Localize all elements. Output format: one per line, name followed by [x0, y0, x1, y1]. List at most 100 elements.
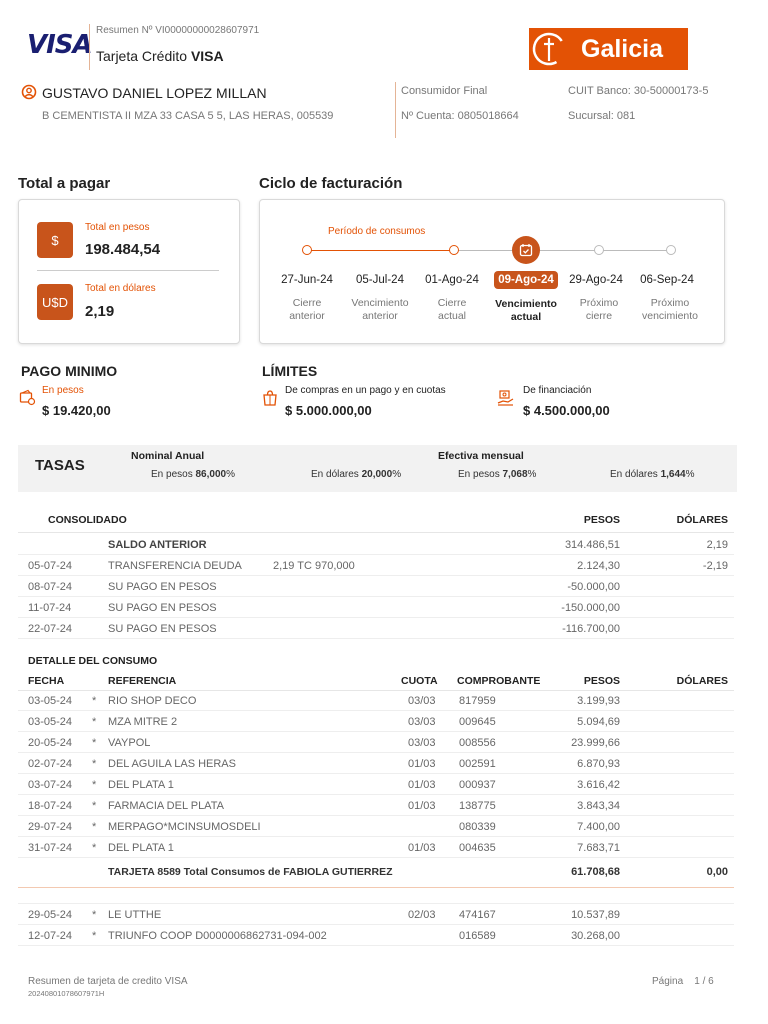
cell-quota: 01/03 [408, 842, 436, 854]
cell-quota: 01/03 [408, 779, 436, 791]
cell-voucher: 080339 [459, 821, 496, 833]
card-type: Tarjeta Crédito VISA [96, 48, 224, 64]
cell-ref: SU PAGO EN PESOS [108, 602, 217, 614]
cell-date: 18-07-24 [28, 800, 73, 812]
calendar-check-icon [519, 244, 533, 257]
effective-pesos: En pesos 7,068% [458, 469, 537, 480]
timeline-line [454, 250, 671, 251]
cell-pesos: -50.000,00 [567, 581, 620, 593]
timeline-node [449, 245, 459, 255]
cell-date: 31-07-24 [28, 842, 73, 854]
timeline-node-current [512, 236, 540, 264]
cell-ref: VAYPOL [108, 737, 151, 749]
page-value: 1 / 6 [694, 976, 714, 987]
cell-quota: 03/03 [408, 737, 436, 749]
cell-quota: 01/03 [408, 758, 436, 770]
cell-voucher: 138775 [459, 800, 496, 812]
card-type-prefix: Tarjeta Crédito [96, 48, 188, 64]
cell-voucher: 474167 [459, 909, 496, 921]
cycle-card: Período de consumos 27-Jun-24 05-Jul-24 … [259, 199, 725, 344]
col-header-usd: DÓLARES [676, 514, 728, 526]
table-row: 12-07-24 * TRIUNFO COOP D0000006862731-0… [18, 925, 734, 946]
cell-mark: * [92, 758, 97, 770]
cycle-date: 29-Ago-24 [569, 274, 623, 286]
holder-name: GUSTAVO DANIEL LOPEZ MILLAN [42, 85, 267, 101]
cell-voucher: 817959 [459, 695, 496, 707]
cell-ref: DEL AGUILA LAS HERAS [108, 758, 236, 770]
cell-pesos: 3.843,34 [577, 800, 620, 812]
table-row: 29-07-24 * MERPAGO*MCINSUMOSDELI 080339 … [18, 816, 734, 837]
cell-date: 03-05-24 [28, 695, 73, 707]
col-header-ref: REFERENCIA [108, 675, 177, 687]
cell-usd: 2,19 [706, 539, 728, 551]
cell-ref: SU PAGO EN PESOS [108, 623, 217, 635]
cell-date: 29-07-24 [28, 821, 73, 833]
cell-mark: * [92, 800, 97, 812]
nominal-title: Nominal Anual [131, 450, 205, 462]
cycle-date: 06-Sep-24 [640, 274, 694, 286]
cell-quota: 02/03 [408, 909, 436, 921]
col-header-detail-pesos: PESOS [583, 675, 620, 687]
cell-date: 11-07-24 [28, 602, 72, 614]
total-usd-label: Total en dólares [85, 283, 156, 294]
cell-ref: MZA MITRE 2 [108, 716, 178, 728]
cycle-title: Ciclo de facturación [259, 175, 403, 192]
cell-date: 03-05-24 [28, 716, 73, 728]
cell-pesos: 7.400,00 [577, 821, 620, 833]
page-indicator: Página 1 / 6 [652, 976, 714, 987]
col-header-detail-usd: DÓLARES [676, 675, 728, 687]
total-usd-value: 2,19 [85, 303, 115, 320]
info-divider [395, 82, 396, 138]
detail-title: DETALLE DEL CONSUMO [28, 655, 158, 667]
cell-voucher: 000937 [459, 779, 496, 791]
consumer-type: Consumidor Final [401, 85, 488, 97]
cycle-date: 01-Ago-24 [425, 274, 479, 286]
subtotal-usd: 0,00 [706, 866, 728, 878]
cell-pesos: -150.000,00 [561, 602, 620, 614]
table-row: 20-05-24 * VAYPOL 03/03 008556 23.999,66 [18, 732, 734, 753]
cell-quota: 01/03 [408, 800, 436, 812]
minimum-label: En pesos [42, 385, 84, 396]
cell-ref: RIO SHOP DECO [108, 695, 197, 707]
cell-date: 22-07-24 [28, 623, 73, 635]
limit-financing-label: De financiación [523, 385, 592, 396]
cell-mark: * [92, 716, 97, 728]
cell-date: 20-05-24 [28, 737, 73, 749]
cell-quota: 03/03 [408, 695, 436, 707]
page-label: Página [652, 976, 684, 987]
cell-usd: -2,19 [702, 560, 728, 572]
cell-voucher: 008556 [459, 737, 496, 749]
total-title: Total a pagar [18, 175, 111, 192]
timeline-node [302, 245, 312, 255]
cell-mark: * [92, 779, 97, 791]
timeline-node [594, 245, 604, 255]
timeline-node [666, 245, 676, 255]
cell-ref: DEL PLATA 1 [108, 779, 174, 791]
branch: Sucursal: 081 [568, 110, 636, 122]
cell-pesos: 2.124,30 [577, 560, 620, 572]
consolidated-title: CONSOLIDADO [48, 514, 127, 526]
nominal-pesos: En pesos 86,000% [151, 469, 235, 480]
cycle-label: Próximo vencimiento [641, 297, 699, 322]
cell-voucher: 002591 [459, 758, 496, 770]
footer-code: 20240801078607971H [28, 989, 105, 998]
cell-mark: * [92, 821, 97, 833]
subtotal-row: TARJETA 8589 Total Consumos de FABIOLA G… [18, 860, 734, 888]
statement-number: Resumen Nº VI00000000028607971 [96, 25, 260, 36]
table-row: 22-07-24 SU PAGO EN PESOS -116.700,00 [18, 618, 734, 639]
cell-pesos: 314.486,51 [564, 539, 620, 551]
period-line [307, 250, 454, 251]
shopping-bag-icon [263, 390, 277, 406]
cell-ref: SALDO ANTERIOR [108, 539, 207, 551]
pesos-icon: $ [37, 222, 73, 258]
table-row: 03-07-24 * DEL PLATA 1 01/03 000937 3.61… [18, 774, 734, 795]
galicia-logo: Galicia [529, 28, 688, 70]
limits-title: LÍMITES [262, 363, 318, 379]
cell-date: 08-07-24 [28, 581, 73, 593]
minimum-title: PAGO MINIMO [21, 363, 118, 379]
col-header-quota: CUOTA [401, 675, 438, 687]
cycle-label: Vencimiento anterior [351, 297, 409, 322]
cell-pesos: 3.616,42 [577, 779, 620, 791]
col-header-date: FECHA [28, 675, 65, 687]
cell-date: 05-07-24 [28, 560, 73, 572]
